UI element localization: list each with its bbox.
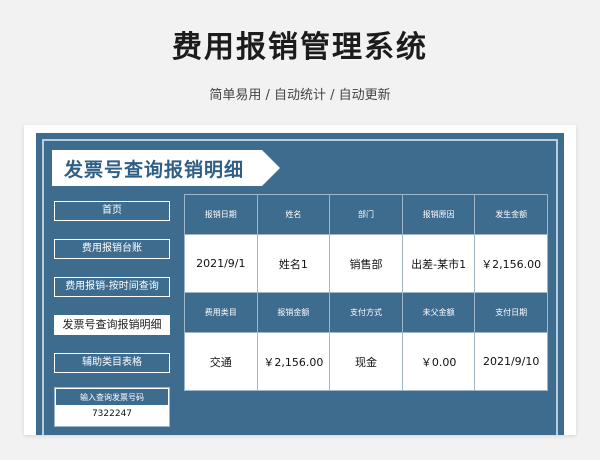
page-title: 费用报销管理系统 <box>172 30 428 65</box>
table-cell[interactable]: ￥0.00 <box>401 332 476 391</box>
header-cell: 未父金额 <box>401 292 476 333</box>
nav-button-home[interactable]: 首页 <box>54 201 170 221</box>
header-cell: 姓名 <box>256 194 331 235</box>
table-cell[interactable]: ￥2,156.00 <box>256 332 331 391</box>
table-header-row: 报销日期 姓名 部门 报销原因 发生金额 <box>184 194 548 235</box>
nav-button-invoice-query[interactable]: 发票号查询报销明细 <box>54 315 170 335</box>
header-cell: 报销原因 <box>401 194 476 235</box>
table-cell[interactable]: 销售部 <box>329 234 403 293</box>
table-cell[interactable]: 姓名1 <box>256 234 331 293</box>
table-cell[interactable]: 2021/9/1 <box>184 234 258 293</box>
table-row: 2021/9/1 姓名1 销售部 出差-某市1 ￥2,156.00 <box>184 234 548 293</box>
page-subtitle: 简单易用 / 自动统计 / 自动更新 <box>209 88 391 103</box>
spreadsheet-preview-card: 发票号查询报销明细 首页 费用报销台账 费用报销-按时间查询 发票号查询报销明细… <box>24 125 576 435</box>
header-cell: 部门 <box>329 194 403 235</box>
invoice-search-box: 输入查询发票号码 7322247 <box>54 387 170 427</box>
header-cell: 费用类目 <box>184 292 258 333</box>
invoice-number-input[interactable]: 7322247 <box>55 409 169 419</box>
detail-table: 报销日期 姓名 部门 报销原因 发生金额 2021/9/1 姓名1 销售部 出差… <box>184 194 548 391</box>
header-cell: 支付方式 <box>329 292 403 333</box>
header-cell: 支付日期 <box>474 292 548 333</box>
table-cell[interactable]: ￥2,156.00 <box>474 234 548 293</box>
nav-button-ledger[interactable]: 费用报销台账 <box>54 239 170 259</box>
sheet-area: 发票号查询报销明细 首页 费用报销台账 费用报销-按时间查询 发票号查询报销明细… <box>36 133 564 435</box>
table-row: 交通 ￥2,156.00 现金 ￥0.00 2021/9/10 <box>184 332 548 391</box>
table-cell[interactable]: 2021/9/10 <box>474 332 548 391</box>
header-cell: 报销金额 <box>256 292 331 333</box>
table-cell[interactable]: 出差-某市1 <box>401 234 476 293</box>
banner-title: 发票号查询报销明细 <box>64 159 245 181</box>
header-cell: 发生金额 <box>474 194 548 235</box>
table-header-row: 费用类目 报销金额 支付方式 未父金额 支付日期 <box>184 292 548 333</box>
nav-button-auxiliary[interactable]: 辅助类目表格 <box>54 353 170 373</box>
table-cell[interactable]: 交通 <box>184 332 258 391</box>
invoice-search-label: 输入查询发票号码 <box>55 388 169 406</box>
banner: 发票号查询报销明细 <box>52 150 282 186</box>
header-cell: 报销日期 <box>184 194 258 235</box>
table-cell[interactable]: 现金 <box>329 332 403 391</box>
nav-button-time-query[interactable]: 费用报销-按时间查询 <box>54 277 170 297</box>
